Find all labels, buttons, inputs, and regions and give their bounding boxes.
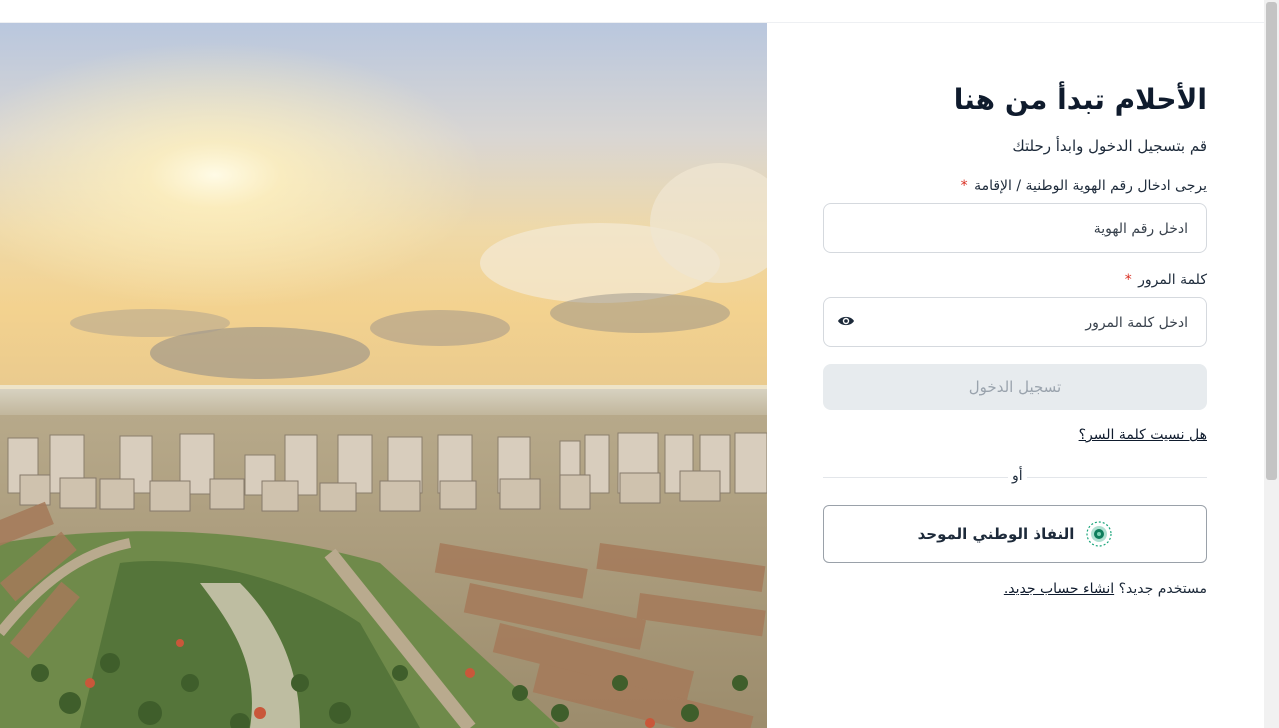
nafath-logo-icon [1086, 521, 1113, 547]
eye-icon[interactable] [837, 314, 855, 328]
id-label-text: يرجى ادخال رقم الهوية الوطنية / الإقامة [974, 178, 1207, 194]
or-separator: أو [1008, 468, 1027, 484]
new-user-text: مستخدم جديد؟ [1118, 581, 1207, 597]
create-account-link[interactable]: انشاء حساب جديد. [1004, 581, 1114, 597]
scrollbar[interactable] [1264, 0, 1279, 728]
hero-image [0, 23, 767, 728]
forgot-password-link[interactable]: هل نسيت كلمة السر؟ [1079, 427, 1207, 443]
password-input[interactable] [866, 298, 1190, 348]
id-label: يرجى ادخال رقم الهوية الوطنية / الإقامة … [961, 178, 1207, 194]
top-bar [0, 0, 1264, 23]
nafath-label: النفاذ الوطني الموحد [917, 525, 1075, 543]
national-id-input[interactable] [866, 204, 1190, 254]
nafath-login-button[interactable]: النفاذ الوطني الموحد [823, 505, 1207, 563]
password-input-box [823, 297, 1207, 348]
page-subtitle: قم بتسجيل الدخول وابدأ رحلتك [1012, 137, 1207, 155]
password-label-text: كلمة المرور [1138, 272, 1207, 288]
page-title: الأحلام تبدأ من هنا [953, 83, 1207, 116]
login-panel: الأحلام تبدأ من هنا قم بتسجيل الدخول واب… [767, 23, 1264, 728]
required-mark: * [1124, 272, 1132, 288]
new-user-row: مستخدم جديد؟ انشاء حساب جديد. [1004, 581, 1207, 597]
required-mark: * [960, 178, 968, 194]
password-label: كلمة المرور * [1125, 272, 1207, 288]
scrollbar-thumb[interactable] [1266, 2, 1277, 480]
login-button[interactable]: تسجيل الدخول [823, 364, 1207, 410]
id-input-box [823, 203, 1207, 254]
